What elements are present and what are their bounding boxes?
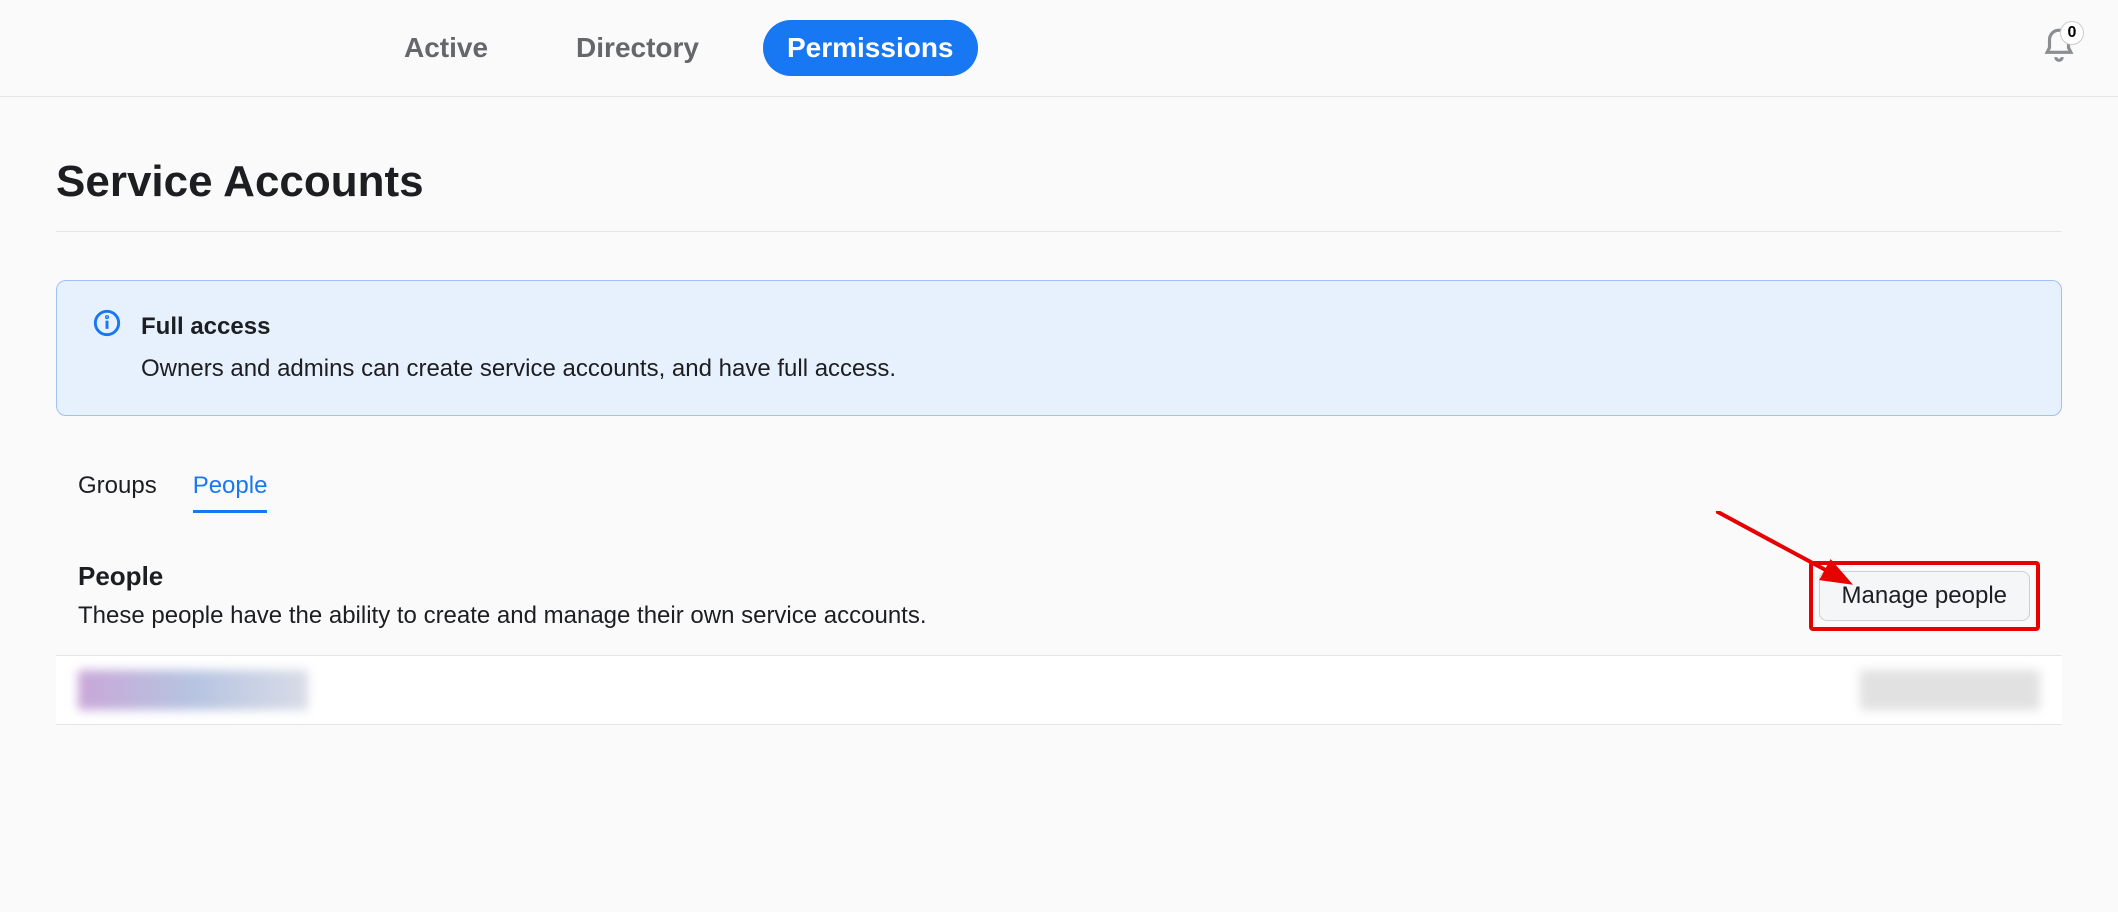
tab-active[interactable]: Active (380, 20, 512, 76)
info-banner: Full access Owners and admins can create… (56, 280, 2062, 416)
notification-count-badge: 0 (2060, 21, 2084, 45)
manage-people-button[interactable]: Manage people (1819, 571, 2030, 621)
redacted-user-name (78, 670, 308, 710)
people-heading: People (78, 561, 927, 592)
info-title: Full access (141, 309, 896, 345)
nav-tabs: Active Directory Permissions (380, 20, 978, 76)
tab-directory[interactable]: Directory (552, 20, 723, 76)
subtab-people[interactable]: People (193, 472, 268, 513)
people-section-text: People These people have the ability to … (78, 561, 927, 630)
subtabs: Groups People (56, 472, 2062, 513)
tab-permissions[interactable]: Permissions (763, 20, 978, 76)
people-list-row (56, 656, 2062, 725)
info-text: Full access Owners and admins can create… (141, 309, 896, 387)
manage-people-highlight: Manage people (1809, 561, 2040, 631)
info-icon (93, 309, 121, 342)
info-body: Owners and admins can create service acc… (141, 351, 896, 387)
notifications-button[interactable]: 0 (2040, 27, 2078, 70)
redacted-user-meta (1860, 670, 2040, 710)
main-content: Service Accounts Full access Owners and … (0, 97, 2118, 785)
top-navigation: Active Directory Permissions 0 (0, 0, 2118, 97)
people-section-header: People These people have the ability to … (56, 561, 2062, 656)
bell-icon (2040, 52, 2078, 69)
subtab-groups[interactable]: Groups (78, 472, 157, 513)
people-description: These people have the ability to create … (78, 602, 927, 630)
page-title: Service Accounts (56, 157, 2062, 232)
